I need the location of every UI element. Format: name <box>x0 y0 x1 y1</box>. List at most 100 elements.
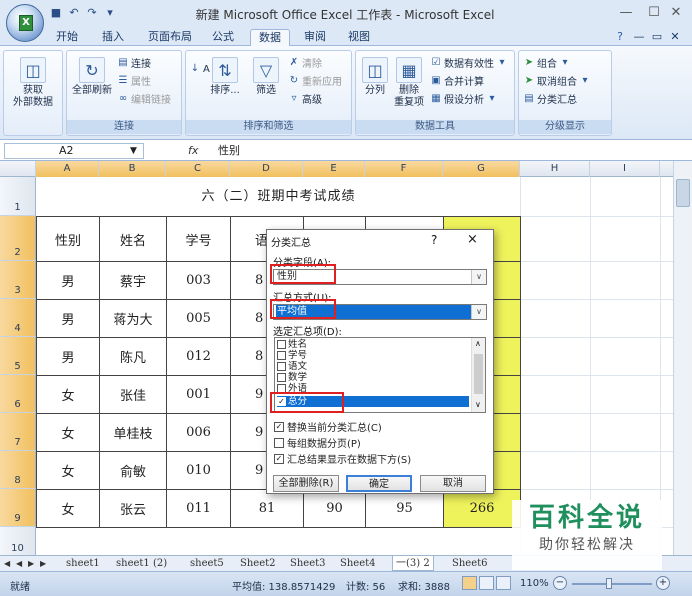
cancel-button[interactable]: 取消 <box>420 475 486 492</box>
tab-home[interactable]: 开始 <box>50 29 84 46</box>
sheet-title-cell[interactable]: 六（二）班期中考试成绩 <box>37 178 520 216</box>
edit-links-button[interactable]: ∞ 编辑链接 <box>117 91 171 107</box>
filter-button[interactable]: ▽ 筛选 <box>250 57 282 97</box>
header-cell[interactable]: 性别 <box>37 217 100 262</box>
checkbox-checked-icon[interactable]: ✓ <box>274 453 284 464</box>
table-cell[interactable]: 女 <box>37 376 100 414</box>
column-header-i[interactable]: I <box>590 161 660 177</box>
tab-page-layout[interactable]: 页面布局 <box>142 29 198 46</box>
table-cell[interactable]: 001 <box>167 376 231 414</box>
ungroup-button[interactable]: ➤ 取消组合 ▾ <box>523 73 591 89</box>
zoom-level[interactable]: 110% <box>520 578 549 589</box>
checkbox-icon[interactable] <box>274 437 284 448</box>
name-box-dropdown-icon[interactable]: ▼ <box>130 143 137 159</box>
list-scrollbar[interactable]: ∧ ∨ <box>471 338 485 412</box>
table-cell[interactable]: 010 <box>167 452 231 490</box>
sheet-tab-active[interactable]: 一(3) 2 <box>392 556 434 571</box>
remove-all-button[interactable]: 全部删除(R) <box>273 475 339 492</box>
row-header-7[interactable]: 7 <box>0 413 36 451</box>
table-cell[interactable]: 011 <box>167 490 231 528</box>
table-cell[interactable]: 男 <box>37 300 100 338</box>
checkbox-icon[interactable] <box>277 340 286 349</box>
select-all-corner[interactable] <box>0 161 36 177</box>
replace-current-option[interactable]: ✓ 替换当前分类汇总(C) <box>274 420 382 434</box>
list-item[interactable]: 语文 <box>277 361 469 372</box>
connections-button[interactable]: ▤ 连接 <box>117 55 151 71</box>
table-cell[interactable]: 男 <box>37 338 100 376</box>
table-cell[interactable]: 单桂枝 <box>100 414 167 452</box>
chevron-down-icon[interactable]: ∨ <box>471 270 486 284</box>
sheet-tab[interactable]: sheet1 <box>66 556 100 571</box>
table-cell[interactable]: 006 <box>167 414 231 452</box>
table-cell[interactable]: 蒋为大 <box>100 300 167 338</box>
table-cell[interactable]: 81 <box>231 490 304 528</box>
zoom-in-icon[interactable]: + <box>656 576 670 590</box>
row-header-9[interactable]: 9 <box>0 489 36 527</box>
tab-insert[interactable]: 插入 <box>96 29 130 46</box>
zoom-slider-thumb[interactable] <box>606 578 612 589</box>
sheet-nav-first-icon[interactable]: ◀ <box>4 556 10 571</box>
column-header-d[interactable]: D <box>230 161 303 177</box>
table-cell[interactable]: 90 <box>304 490 366 528</box>
remove-duplicates-button[interactable]: ▦ 删除 重复项 <box>392 57 426 109</box>
summary-below-option[interactable]: ✓ 汇总结果显示在数据下方(S) <box>274 452 411 466</box>
list-item[interactable]: 姓名 <box>277 339 469 350</box>
column-header-b[interactable]: B <box>99 161 166 177</box>
table-cell[interactable]: 蔡宇 <box>100 262 167 300</box>
column-header-e[interactable]: E <box>303 161 365 177</box>
redo-icon[interactable]: ↷ <box>84 5 100 21</box>
row-header-5[interactable]: 5 <box>0 337 36 375</box>
ribbon-restore-icon[interactable]: ▭ <box>650 29 664 46</box>
list-scroll-thumb[interactable] <box>474 354 483 394</box>
sheet-tab[interactable]: Sheet2 <box>240 556 276 571</box>
table-cell[interactable]: 003 <box>167 262 231 300</box>
header-cell[interactable]: 姓名 <box>100 217 167 262</box>
ribbon-minimize-icon[interactable]: — <box>632 29 646 46</box>
function-icon[interactable]: fx <box>188 143 208 159</box>
sheet-tab[interactable]: Sheet6 <box>452 556 488 571</box>
subtotal-button[interactable]: ▤ 分类汇总 <box>523 91 577 107</box>
table-cell[interactable]: 266 <box>444 490 521 528</box>
sheet-tab[interactable]: Sheet3 <box>290 556 326 571</box>
row-header-10[interactable]: 10 <box>0 527 36 555</box>
checkbox-icon[interactable] <box>277 373 286 382</box>
normal-view-icon[interactable] <box>462 576 477 590</box>
data-validation-button[interactable]: ☑ 数据有效性 ▾ <box>430 55 508 71</box>
sheet-nav-next-icon[interactable]: ▶ <box>28 556 34 571</box>
tab-review[interactable]: 审阅 <box>298 29 332 46</box>
ribbon-close-icon[interactable]: ✕ <box>668 29 682 46</box>
table-cell[interactable]: 女 <box>37 490 100 528</box>
column-header-a[interactable]: A <box>36 161 99 177</box>
name-box[interactable]: A2 <box>4 143 144 159</box>
dialog-close-button[interactable]: × <box>467 232 478 247</box>
sheet-tab[interactable]: Sheet4 <box>340 556 376 571</box>
properties-button[interactable]: ☰ 属性 <box>117 73 151 89</box>
column-header-f[interactable]: F <box>365 161 443 177</box>
sheet-nav-last-icon[interactable]: ▶ <box>40 556 46 571</box>
list-item[interactable]: 数学 <box>277 372 469 383</box>
reapply-button[interactable]: ↻ 重新应用 <box>288 73 342 89</box>
table-cell[interactable]: 张佳 <box>100 376 167 414</box>
advanced-button[interactable]: ▿ 高级 <box>288 91 322 107</box>
minimize-icon[interactable]: — <box>612 4 640 22</box>
tab-formulas[interactable]: 公式 <box>206 29 240 46</box>
sort-button[interactable]: ⇅ 排序... <box>210 57 240 97</box>
clear-button[interactable]: ✗ 清除 <box>288 55 322 71</box>
header-cell[interactable]: 学号 <box>167 217 231 262</box>
row-header-8[interactable]: 8 <box>0 451 36 489</box>
page-layout-view-icon[interactable] <box>479 576 494 590</box>
sheet-nav-prev-icon[interactable]: ◀ <box>16 556 22 571</box>
sheet-tab[interactable]: sheet5 <box>190 556 224 571</box>
table-cell[interactable]: 俞敏 <box>100 452 167 490</box>
table-cell[interactable]: 012 <box>167 338 231 376</box>
row-header-6[interactable]: 6 <box>0 375 36 413</box>
sheet-tab[interactable]: sheet1 (2) <box>116 556 167 571</box>
what-if-button[interactable]: ▦ 假设分析 ▾ <box>430 91 498 107</box>
chevron-down-icon[interactable]: ∨ <box>471 305 486 319</box>
page-break-option[interactable]: 每组数据分页(P) <box>274 436 361 450</box>
text-to-columns-button[interactable]: ◫ 分列 <box>359 57 391 97</box>
row-header-1[interactable]: 1 <box>0 177 36 216</box>
zoom-slider[interactable] <box>572 583 652 585</box>
checkbox-checked-icon[interactable]: ✓ <box>274 421 284 432</box>
table-cell[interactable]: 男 <box>37 262 100 300</box>
